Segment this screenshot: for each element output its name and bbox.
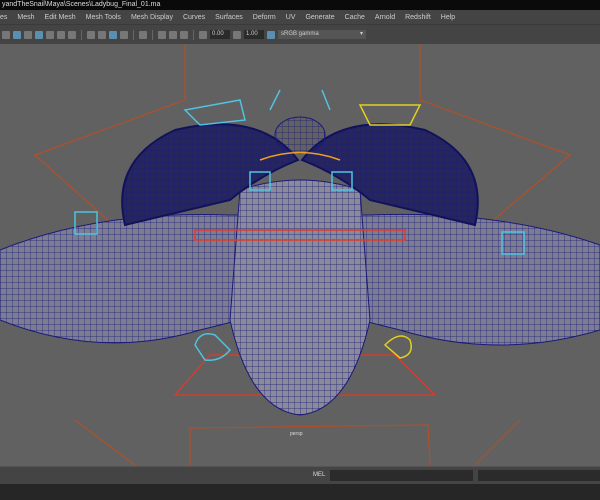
chevron-down-icon: ▾ <box>359 31 363 37</box>
ambient-occlusion-icon[interactable] <box>87 30 95 39</box>
camera-label: persp <box>290 431 303 437</box>
menu-curves[interactable]: Curves <box>183 14 205 21</box>
depth-of-field-icon[interactable] <box>120 30 128 39</box>
mel-label[interactable]: MEL <box>313 472 325 478</box>
menu-bar: es Mesh Edit Mesh Mesh Tools Mesh Displa… <box>0 10 600 24</box>
ladybug-mesh <box>0 116 600 416</box>
menu-surfaces[interactable]: Surfaces <box>215 14 243 21</box>
menu-mesh[interactable]: Mesh <box>17 14 34 21</box>
color-management-dropdown[interactable]: sRGB gamma ▾ <box>278 30 366 39</box>
menu-help[interactable]: Help <box>441 14 455 21</box>
xray-joints-icon[interactable] <box>169 30 177 39</box>
menu-item[interactable]: es <box>0 14 7 21</box>
menu-generate[interactable]: Generate <box>305 14 334 21</box>
exposure-icon[interactable] <box>199 30 207 39</box>
color-management-value: sRGB gamma <box>281 31 319 37</box>
menu-arnold[interactable]: Arnold <box>375 14 395 21</box>
gamma-field[interactable]: 1.00 <box>244 30 264 39</box>
menu-uv[interactable]: UV <box>286 14 296 21</box>
perspective-viewport[interactable] <box>0 44 600 466</box>
help-line <box>0 484 600 500</box>
lights-icon[interactable] <box>57 30 65 39</box>
wireframe-icon[interactable] <box>13 30 21 39</box>
divider <box>81 29 82 40</box>
menu-edit-mesh[interactable]: Edit Mesh <box>45 14 76 21</box>
antialias-icon[interactable] <box>109 30 117 39</box>
shaded-icon[interactable] <box>24 30 32 39</box>
exposure-field[interactable]: 0.00 <box>210 30 230 39</box>
divider <box>133 29 134 40</box>
isolate-select-icon[interactable] <box>139 30 147 39</box>
wireframe-on-shaded-icon[interactable] <box>35 30 43 39</box>
menu-mesh-display[interactable]: Mesh Display <box>131 14 173 21</box>
xray-icon[interactable] <box>158 30 166 39</box>
command-result-field <box>478 470 600 481</box>
window-title: yandTheSnail\Maya\Scenes\Ladybug_Final_0… <box>0 0 600 10</box>
menu-cache[interactable]: Cache <box>345 14 365 21</box>
divider <box>152 29 153 40</box>
color-management-icon[interactable] <box>267 30 275 39</box>
gamma-icon[interactable] <box>233 30 241 39</box>
xray-components-icon[interactable] <box>180 30 188 39</box>
ladybug-scene <box>0 44 600 466</box>
command-line: MEL <box>0 466 600 484</box>
menu-mesh-tools[interactable]: Mesh Tools <box>86 14 121 21</box>
viewport-toolbar: 0.00 1.00 sRGB gamma ▾ <box>0 24 600 44</box>
textured-icon[interactable] <box>46 30 54 39</box>
divider <box>193 29 194 40</box>
shadows-icon[interactable] <box>68 30 76 39</box>
motion-blur-icon[interactable] <box>98 30 106 39</box>
menu-deform[interactable]: Deform <box>253 14 276 21</box>
camera-icon[interactable] <box>2 30 10 39</box>
menu-redshift[interactable]: Redshift <box>405 14 431 21</box>
mel-input[interactable] <box>330 470 473 481</box>
